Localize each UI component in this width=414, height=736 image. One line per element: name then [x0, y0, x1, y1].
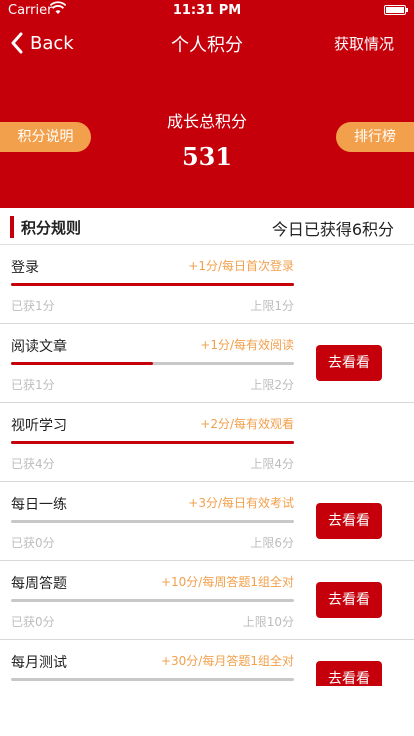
rule-row-login: 登录 +1分/每日首次登录 已获1分 上限1分	[0, 245, 414, 324]
rule-description: +3分/每日有效考试	[188, 496, 294, 510]
leaderboard-button[interactable]: 排行榜	[336, 122, 414, 152]
points-earned: 已获4分	[11, 457, 55, 471]
progress-fill	[11, 283, 294, 286]
points-limit: 上限10分	[242, 615, 294, 629]
go-look-button[interactable]: 去看看	[316, 661, 382, 686]
points-limit: 上限4分	[250, 457, 294, 471]
progress-bar	[11, 441, 294, 444]
points-earned: 已获0分	[11, 615, 55, 629]
battery-icon	[384, 5, 408, 15]
rule-row-monthly-test: 每月测试 +30分/每月答题1组全对 去看看	[0, 640, 414, 686]
rule-name: 阅读文章	[11, 339, 67, 355]
go-look-button[interactable]: 去看看	[316, 345, 382, 381]
rule-name: 登录	[11, 260, 39, 276]
points-earned: 已获0分	[11, 536, 55, 550]
rule-row-audiovisual: 视听学习 +2分/每有效观看 已获4分 上限4分	[0, 403, 414, 482]
rule-row-weekly-quiz: 每周答题 +10分/每周答题1组全对 已获0分 上限10分 去看看	[0, 561, 414, 640]
rule-name: 每月测试	[11, 655, 67, 671]
points-explanation-button[interactable]: 积分说明	[0, 122, 91, 152]
rule-name: 视听学习	[11, 418, 67, 434]
rules-list: 登录 +1分/每日首次登录 已获1分 上限1分 阅读文章 +1分/每有效阅读 已…	[0, 245, 414, 686]
rules-section-header: 积分规则 今日已获得6积分	[0, 208, 414, 245]
progress-bar	[11, 678, 294, 681]
progress-fill	[11, 362, 153, 365]
rule-description: +1分/每日首次登录	[188, 259, 294, 273]
clock: 11:31 PM	[172, 3, 242, 18]
rule-description: +2分/每有效观看	[200, 417, 294, 431]
points-limit: 上限2分	[250, 378, 294, 392]
points-earned: 已获1分	[11, 378, 55, 392]
rule-description: +1分/每有效阅读	[200, 338, 294, 352]
go-look-button[interactable]: 去看看	[316, 582, 382, 618]
rule-description: +10分/每周答题1组全对	[160, 575, 294, 589]
go-look-button[interactable]: 去看看	[316, 503, 382, 539]
progress-bar	[11, 599, 294, 602]
progress-bar	[11, 283, 294, 286]
acquisition-button[interactable]: 获取情况	[334, 33, 394, 54]
rule-description: +30分/每月答题1组全对	[160, 654, 294, 668]
rules-title: 积分规则	[21, 219, 82, 237]
today-points: 今日已获得6积分	[271, 220, 394, 239]
status-bar: Carrier 11:31 PM	[0, 0, 414, 22]
rule-name: 每日一练	[11, 497, 67, 513]
progress-fill	[11, 441, 294, 444]
rule-row-daily-practice: 每日一练 +3分/每日有效考试 已获0分 上限6分 去看看	[0, 482, 414, 561]
points-limit: 上限6分	[250, 536, 294, 550]
rule-row-read-article: 阅读文章 +1分/每有效阅读 已获1分 上限2分 去看看	[0, 324, 414, 403]
section-accent-bar	[10, 216, 14, 238]
progress-bar	[11, 362, 294, 365]
points-earned: 已获1分	[11, 299, 55, 313]
rule-name: 每周答题	[11, 576, 67, 592]
header-banner: Carrier 11:31 PM Back 个人积分 获取情况 成长总积分 53…	[0, 0, 414, 208]
progress-bar	[11, 520, 294, 523]
points-limit: 上限1分	[250, 299, 294, 313]
